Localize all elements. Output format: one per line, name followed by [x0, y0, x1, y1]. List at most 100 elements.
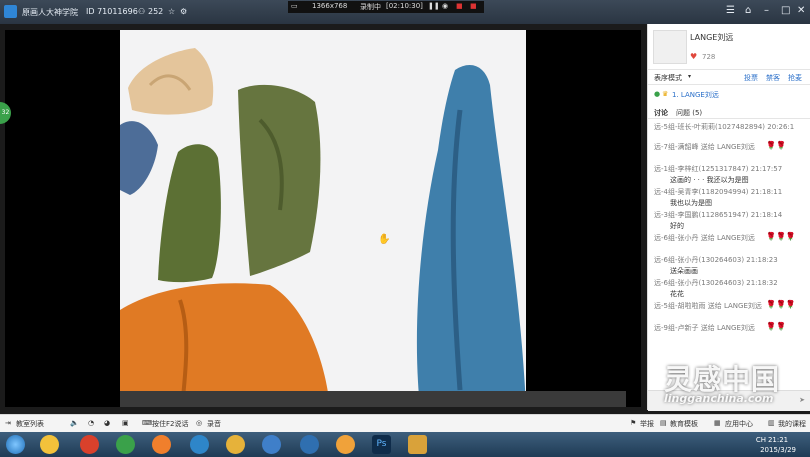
recorder-pause-icon[interactable]: ❚❚: [428, 2, 440, 10]
recorder-status: 录制中: [360, 3, 381, 11]
painting-canvas: ✋: [120, 30, 526, 407]
my-courses-button[interactable]: 我的课程: [778, 419, 806, 429]
clock[interactable]: 21:21 2015/3/29: [760, 435, 796, 455]
windows-taskbar: Ps CH 21:21 2015/3/29: [0, 432, 810, 457]
taskbar-app-icon[interactable]: [190, 435, 209, 454]
keyboard-icon: ⌨: [142, 419, 153, 427]
vote-link[interactable]: 投票: [744, 73, 758, 83]
mic-queue-item[interactable]: 1. LANGE刘远: [672, 90, 719, 100]
tab-discussion[interactable]: 讨论: [654, 108, 668, 118]
recorder-monitor-icon: ▭: [291, 2, 298, 10]
mic-volume-icon[interactable]: ◕: [104, 419, 110, 427]
recorder-time: [02:10:30]: [386, 2, 423, 10]
taskbar-app-icon[interactable]: [80, 435, 99, 454]
taskbar-app-icon[interactable]: [40, 435, 59, 454]
chat-tabs: 讨论 问题 (5): [648, 106, 810, 119]
start-button[interactable]: [6, 435, 25, 454]
ban-link[interactable]: 禁客: [766, 73, 780, 83]
recorder-resolution: 1366x768: [312, 2, 348, 10]
share-icon[interactable]: ⚙: [180, 7, 187, 16]
skin-icon[interactable]: ☰: [726, 5, 735, 16]
beige-cloth: [128, 48, 214, 115]
template-icon: ▤: [660, 419, 667, 427]
user-count-icon: ⚇: [138, 7, 146, 16]
blue-cloth-large: [416, 65, 526, 407]
close-icon[interactable]: ✕: [797, 5, 805, 16]
flower-gift-icon: 🌹🌹: [766, 322, 786, 331]
crown-icon: ♛: [662, 90, 669, 98]
minimize-icon[interactable]: –: [764, 5, 769, 16]
record-button[interactable]: 录音: [207, 419, 221, 429]
comment-author: 远-3组-李国鹏(1128651947) 21:18:14: [654, 211, 783, 219]
room-name: 原画人大神学院: [22, 8, 78, 17]
app-center-button[interactable]: 应用中心: [725, 419, 753, 429]
hand-cursor-icon: ✋: [378, 232, 390, 245]
recorder-stop-icon[interactable]: ■: [456, 2, 463, 10]
comment-text: 花花: [670, 290, 684, 298]
speaker-icon[interactable]: 🔈: [70, 419, 79, 427]
report-button[interactable]: 举报: [640, 419, 654, 429]
room-id: ID 71011696: [86, 7, 138, 16]
taskbar-app-icon[interactable]: [226, 435, 245, 454]
home-icon[interactable]: ⌂: [745, 5, 751, 16]
heart-icon[interactable]: ♥: [690, 52, 697, 61]
canvas-scrollbar[interactable]: [120, 391, 626, 407]
list-icon[interactable]: ⇥: [5, 419, 11, 427]
comment-text: 这画的 · · · 我还以为是图: [670, 176, 749, 184]
recorder-bar: ▭ 1366x768 录制中 [02:10:30] ❚❚ ◉ ■ ■: [288, 1, 484, 13]
comment-text: 送朵画画: [670, 267, 698, 275]
comment-author: 远-6组-张小丹(130264603) 21:18:32: [654, 279, 778, 287]
report-icon: ⚑: [630, 419, 637, 427]
blue-cloth-small: [120, 121, 158, 195]
taskbar-app-icon[interactable]: [300, 435, 319, 454]
taskbar-app-icon[interactable]: [408, 435, 427, 454]
comment-author: 远-6组-张小丹(130264603) 21:18:23: [654, 256, 778, 264]
clock-date: 2015/3/29: [760, 446, 796, 454]
taskbar-app-icon[interactable]: [152, 435, 171, 454]
recorder-camera-icon[interactable]: ◉: [442, 2, 448, 10]
tab-questions[interactable]: 问题 (5): [676, 108, 702, 118]
mic-icon[interactable]: ◔: [88, 419, 94, 427]
mode-bar: 表序模式 ▾ 投票 禁客 抢麦: [648, 69, 810, 85]
side-panel: LANGE刘远 ♥ 728 表序模式 ▾ 投票 禁客 抢麦 ● ♛ 1. LAN…: [647, 24, 810, 411]
comment-author: 远-1组-李梓红(1251317847) 21:17:57: [654, 165, 783, 173]
cloth-study-painting: ✋: [120, 48, 526, 407]
orange-cloth: [120, 283, 330, 407]
send-icon[interactable]: ➤: [799, 396, 805, 404]
flower-gift-icon: 🌹🌹🌹: [766, 232, 796, 241]
flower-gift-icon: 🌹🌹: [766, 141, 786, 150]
app-center-icon: ▦: [714, 419, 721, 427]
comment-text: 我也以为是图: [670, 199, 712, 207]
control-bar: ⇥ 教室列表 🔈 ◔ ◕ ▣ ⌨ 按住F2说话 ◎ 录音 ⚑ 举报 ▤ 教育模板…: [0, 414, 810, 433]
taskbar-app-icon[interactable]: [116, 435, 135, 454]
comment-author: 远-5组-班长-叶莉莉(1027482894) 20:26:1: [654, 123, 795, 131]
app-logo-icon: [4, 5, 17, 18]
recorder-close-icon[interactable]: ■: [470, 2, 477, 10]
clock-time: 21:21: [767, 436, 789, 444]
comment-text: 好的: [670, 222, 684, 230]
comment-author: 远-6组-张小丹 送给 LANGE刘远: [654, 234, 755, 242]
mic-status-icon: ●: [654, 90, 661, 98]
taskbar-app-icon[interactable]: [262, 435, 281, 454]
streamer-avatar[interactable]: [653, 30, 687, 64]
room-template-button[interactable]: 教育模板: [670, 419, 698, 429]
comment-author: 远-4组-吴青李(1182094994) 21:18:11: [654, 188, 783, 196]
online-count: 252: [148, 7, 164, 16]
classroom-list-button[interactable]: 教室列表: [16, 419, 44, 429]
camera-icon[interactable]: ▣: [122, 419, 129, 427]
star-icon[interactable]: ☆: [168, 7, 175, 16]
green-cloth-large: [238, 84, 321, 276]
maximize-icon[interactable]: □: [781, 5, 790, 16]
flower-gift-icon: 🌹🌹🌹: [766, 300, 796, 309]
chevron-down-icon[interactable]: ▾: [688, 73, 691, 80]
comment-list: 远-5组-班长-叶莉莉(1027482894) 20:26:1 远-7组-满韶峰 …: [648, 120, 810, 388]
taskbar-app-icon[interactable]: [336, 435, 355, 454]
photoshop-icon[interactable]: Ps: [372, 435, 391, 454]
mode-select[interactable]: 表序模式: [654, 73, 682, 83]
watermark-url: lingganchina.com: [664, 392, 774, 405]
green-cloth-small: [158, 144, 221, 283]
comment-author: 远-9组-卢新子 送给 LANGE刘远: [654, 324, 755, 332]
grab-mic-link[interactable]: 抢麦: [788, 73, 802, 83]
comment-author: 远-5组-胡啦啦雨 送给 LANGE刘远: [654, 302, 762, 310]
push-to-talk-button[interactable]: 按住F2说话: [152, 419, 188, 429]
